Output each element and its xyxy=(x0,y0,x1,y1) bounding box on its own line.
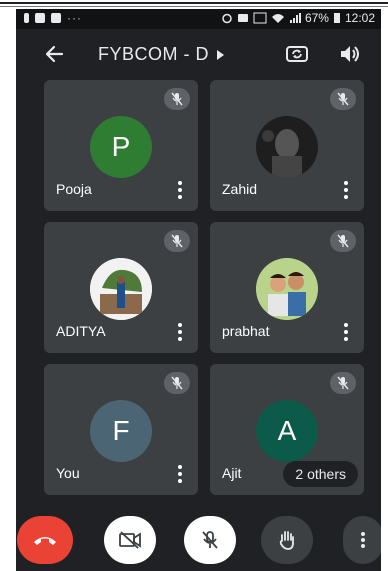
profile-photo-image xyxy=(256,116,318,178)
avatar: F xyxy=(90,400,152,462)
phone-screen: ··· 67% 12:02 FYBCOM - D P Pooja Zahid A… xyxy=(16,9,381,571)
gallery-icon xyxy=(51,13,61,23)
mic-off-badge xyxy=(330,88,356,110)
participant-name: ADITYA xyxy=(56,323,106,339)
mic-off-badge xyxy=(164,230,190,252)
participant-name: You xyxy=(56,465,80,481)
participant-name: Zahid xyxy=(222,181,258,197)
participant-menu-button[interactable] xyxy=(344,181,348,199)
participant-name: Ajit xyxy=(222,465,242,481)
participant-tile[interactable]: A Ajit 2 others xyxy=(210,364,364,495)
avatar-initial: P xyxy=(111,131,131,162)
cast-icon xyxy=(237,14,248,22)
scan-border-line xyxy=(0,6,388,7)
mic-off-icon xyxy=(337,92,349,106)
phone-hangup-icon xyxy=(34,537,56,545)
participant-tile[interactable]: Zahid xyxy=(210,80,364,211)
avatar-photo xyxy=(256,116,318,178)
back-button[interactable] xyxy=(42,41,68,67)
mic-off-icon xyxy=(337,376,349,390)
image-icon xyxy=(35,13,45,23)
avatar: P xyxy=(90,116,152,178)
participant-menu-button[interactable] xyxy=(344,323,348,341)
clock: 12:02 xyxy=(344,11,375,25)
participant-menu-button[interactable] xyxy=(178,323,182,341)
mic-off-badge xyxy=(164,88,190,110)
mic-off-badge xyxy=(330,372,356,394)
wifi-icon xyxy=(271,14,284,23)
signal-icon xyxy=(289,13,301,23)
mic-off-icon xyxy=(171,376,183,390)
participant-name: Pooja xyxy=(56,181,92,197)
video-off-icon xyxy=(119,531,141,549)
toggle-mic-button[interactable] xyxy=(184,516,236,564)
avatar: A xyxy=(256,400,318,462)
caret-right-icon xyxy=(217,49,224,60)
participant-menu-button[interactable] xyxy=(178,465,182,483)
more-options-button[interactable] xyxy=(343,516,381,564)
toggle-camera-button[interactable] xyxy=(104,516,156,564)
status-bar: ··· 67% 12:02 xyxy=(16,9,381,29)
hand-icon xyxy=(279,531,294,550)
volte-icon xyxy=(253,12,267,24)
notification-icon xyxy=(24,13,29,23)
others-chip[interactable]: 2 others xyxy=(283,461,358,487)
mic-off-icon xyxy=(171,92,183,106)
participant-tile[interactable]: ADITYA xyxy=(44,222,198,353)
battery-icon xyxy=(333,13,340,23)
status-right: 67% 12:02 xyxy=(221,11,375,25)
avatar-initial: A xyxy=(277,415,297,446)
battery-percent: 67% xyxy=(304,11,329,25)
mic-off-badge xyxy=(330,230,356,252)
participant-tile[interactable]: P Pooja xyxy=(44,80,198,211)
profile-photo-image xyxy=(90,258,152,320)
participant-name: prabhat xyxy=(222,323,270,339)
profile-photo-image xyxy=(256,258,318,320)
meeting-title-button[interactable]: FYBCOM - D xyxy=(98,44,224,65)
status-left: ··· xyxy=(24,11,82,25)
more-vert-icon xyxy=(361,532,365,548)
call-controls xyxy=(16,509,381,571)
overflow-dots: ··· xyxy=(67,11,82,25)
participant-tile[interactable]: prabhat xyxy=(210,222,364,353)
alarm-icon xyxy=(222,13,232,24)
scan-border-top xyxy=(0,2,388,4)
avatar-photo xyxy=(256,258,318,320)
avatar-initial: F xyxy=(112,415,130,446)
volume-icon xyxy=(341,46,359,62)
mic-off-icon xyxy=(337,234,349,248)
mic-off-badge xyxy=(164,372,190,394)
arrow-back-icon xyxy=(45,45,64,63)
app-bar: FYBCOM - D xyxy=(16,35,381,75)
raise-hand-button[interactable] xyxy=(261,516,313,564)
participant-menu-button[interactable] xyxy=(178,181,182,199)
meeting-title: FYBCOM - D xyxy=(98,44,209,64)
switch-camera-button[interactable] xyxy=(284,41,310,67)
speaker-button[interactable] xyxy=(337,41,363,67)
switch-camera-icon xyxy=(286,46,308,62)
hang-up-button[interactable] xyxy=(17,516,73,564)
avatar-photo xyxy=(90,258,152,320)
mic-off-icon xyxy=(202,531,218,549)
participant-tile-self[interactable]: F You xyxy=(44,364,198,495)
mic-off-icon xyxy=(171,234,183,248)
